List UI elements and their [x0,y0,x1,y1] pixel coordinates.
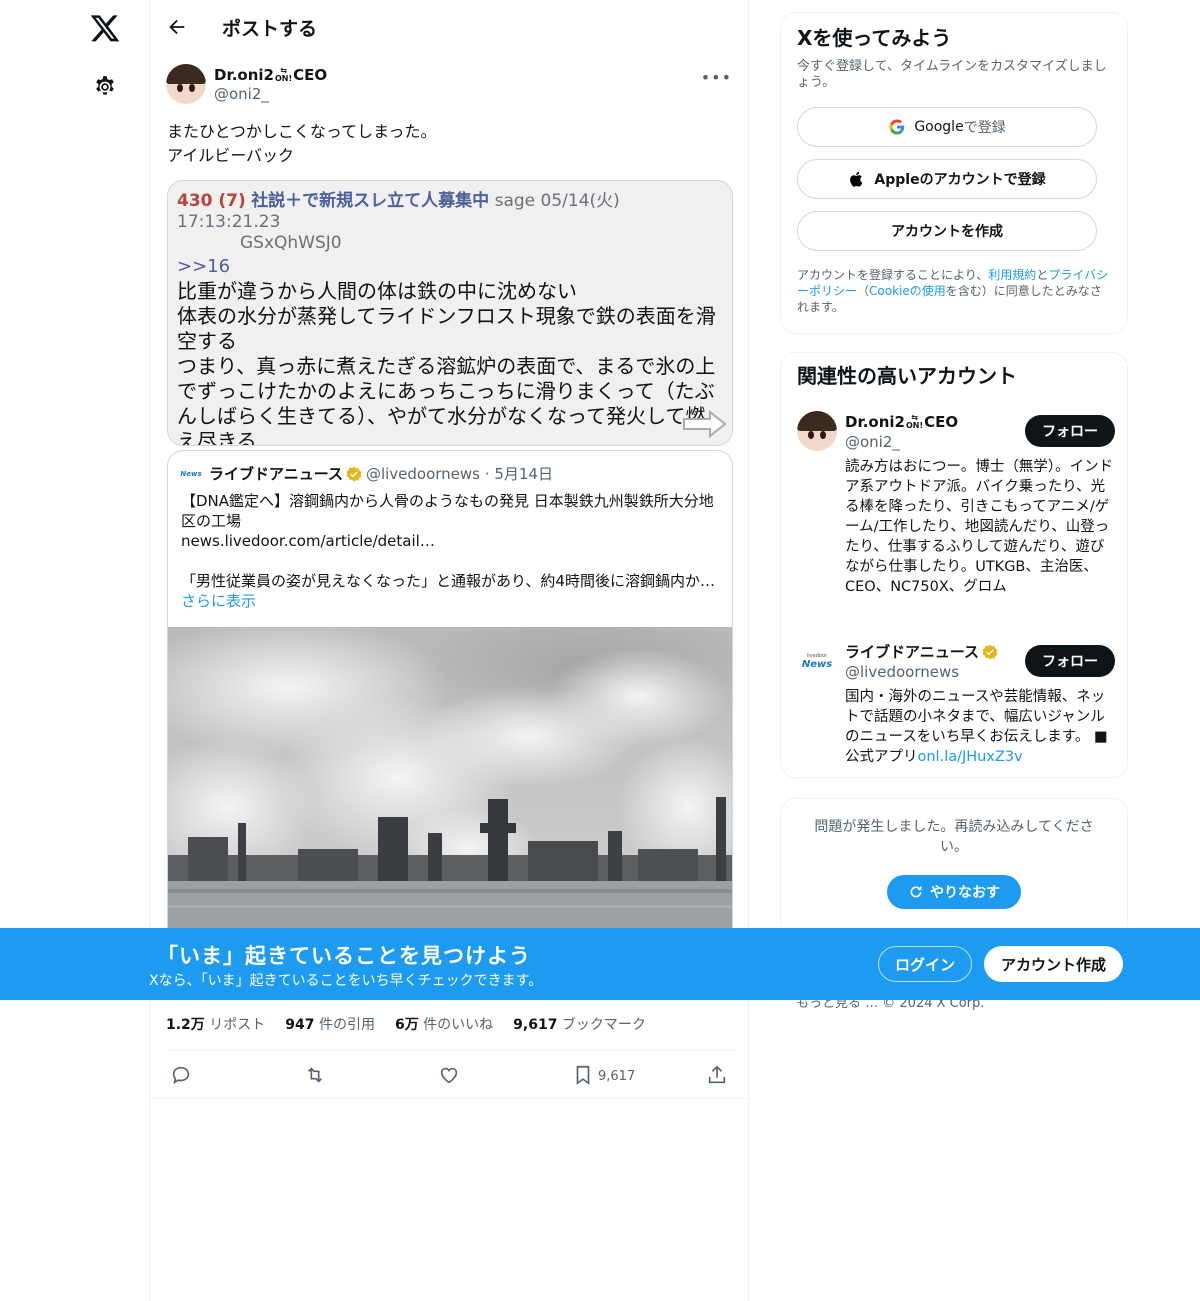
quoted-post-date: 5月14日 [494,465,553,483]
related-title: 関連性の高いアカウント [797,364,1017,388]
banner-subtitle: Xなら、「いま」起きていることをいち早くチェックできます。 [149,973,543,989]
account-avatar[interactable]: livedoor News [797,641,837,681]
related-account-oni2[interactable]: Dr.oni2 ⇆ ON! CEO @oni2_ フォロー 読み方はおにつー。博士（無… [797,411,1115,621]
follow-button[interactable]: フォロー [1025,645,1115,677]
divider [166,1050,734,1051]
divider [150,1098,750,1099]
signup-button[interactable]: アカウント作成 [984,946,1123,982]
back-arrow-icon[interactable] [166,16,188,38]
account-avatar[interactable] [797,411,837,451]
account-bio: 国内・海外のニュースや芸能情報、ネットで話題の小ネタまで、幅広いジャンルのニュー… [845,689,1108,765]
stat-reposts[interactable]: 1.2万 リポスト [166,1014,265,1034]
signup-legal-text: アカウントを登録することにより、利用規約とプライバシーポリシー（Cookieの使… [797,268,1109,314]
account-bio: 読み方はおにつー。博士（無学）。インドア系アウトドア派。バイク乗ったり、光る棒を… [845,459,1114,595]
stat-quotes[interactable]: 947 件の引用 [285,1014,375,1034]
verified-badge-icon [346,466,362,481]
like-heart-icon[interactable] [438,1064,460,1086]
post-image-screenshot[interactable]: 430 (7) 社説＋で新規スレ立て人募集中 sage 05/14(火) 17:… [167,180,733,446]
author-name[interactable]: Dr.oni2 ⇆ ON! CEO [214,64,327,85]
signup-title: Xを使ってみよう [797,26,952,50]
account-handle[interactable]: @livedoornews [845,663,959,681]
post-actions: 9,617 [170,1064,738,1090]
apple-signup-button[interactable]: Appleのアカウントで登録 [797,159,1097,199]
page-header: ポストする [150,0,748,54]
thread-post-id: GSxQhWSJ0 [240,233,342,253]
cookie-link[interactable]: Cookieの使用 [869,284,946,298]
refresh-icon [910,886,922,898]
error-message: 問題が発生しました。再読み込みしてください。 [814,819,1094,855]
quoted-post[interactable]: News ライブドアニュース @livedoornews · 5月14日 【DN… [167,450,733,970]
app-link[interactable]: onl.la/JHuxZ3v [918,749,1023,765]
page-title: ポストする [222,17,318,40]
account-handle[interactable]: @oni2_ [845,433,900,451]
google-g-icon [889,119,905,135]
terms-link[interactable]: 利用規約 [988,268,1036,282]
banner-title: 「いま」起きていることを見つけよう [157,944,531,968]
create-account-button[interactable]: アカウントを作成 [797,211,1097,251]
settings-gear-icon[interactable] [92,74,118,100]
error-card: 問題が発生しました。再読み込みしてください。 やりなおす [780,798,1128,938]
apple-logo-icon [850,171,863,187]
right-arrow-icon [683,409,727,439]
signup-subtitle: 今すぐ登録して、タイムラインをカスタマイズしましょう。 [797,59,1107,90]
repost-icon[interactable] [304,1064,326,1086]
thread-post-number: 430 (7) [177,191,246,211]
google-signup-button[interactable]: Google で登録 [797,107,1097,147]
login-button[interactable]: ログイン [878,946,972,982]
signup-card: Xを使ってみよう 今すぐ登録して、タイムラインをカスタマイズしましょう。 Goo… [780,12,1128,334]
stat-bookmarks[interactable]: 9,617 ブックマーク [513,1014,646,1034]
post-author[interactable]: Dr.oni2 ⇆ ON! CEO @oni2_ [166,64,327,104]
follow-button[interactable]: フォロー [1025,415,1115,447]
author-handle[interactable]: @oni2_ [214,85,327,103]
x-logo-icon[interactable] [88,12,122,44]
quoted-author-handle: @livedoornews [365,464,480,483]
share-icon[interactable] [706,1064,728,1086]
reply-icon[interactable] [170,1064,192,1086]
quoted-link[interactable]: news.livedoor.com/article/detail… [181,531,721,551]
login-banner: 「いま」起きていることを見つけよう Xなら、「いま」起きていることをいち早くチェ… [0,928,1200,1000]
quoted-author-name: ライブドアニュース [209,465,343,483]
main-column: ポストする Dr.oni2 ⇆ ON! CEO @oni2_ ••• またひとつかしこ… [149,0,750,1301]
post-stats: 1.2万 リポスト 947 件の引用 6万 件のいいね 9,617 ブックマーク [166,1014,666,1034]
show-more-link[interactable]: さらに表示 [181,591,721,611]
thread-poster-name: 社説＋で新規スレ立て人募集中 [251,191,490,211]
related-account-livedoornews[interactable]: livedoor News ライブドアニュース @livedoornews フォ… [797,641,1115,769]
verified-badge-icon [982,644,998,659]
post-text: またひとつかしこくなってしまった。 アイルビーバック [167,122,437,165]
thread-reply-ref: >>16 [177,256,231,277]
bookmark-count: 9,617 [598,1069,636,1084]
livedoor-news-logo-icon: News [180,469,202,478]
on-badge-icon: ⇆ ON! [905,412,924,430]
author-avatar[interactable] [166,64,206,104]
account-name[interactable]: ライブドアニュース [845,641,1002,662]
steel-plant-photo[interactable] [168,627,733,970]
on-badge-icon: ⇆ ON! [274,65,293,83]
more-options-icon[interactable]: ••• [701,68,732,87]
thread-post-body: 比重が違うから人間の体は鉄の中に沈めない 体表の水分が蒸発してライドンフロスト現… [177,279,716,446]
related-accounts-card: 関連性の高いアカウント Dr.oni2 ⇆ ON! CEO @oni2_ フォロー 読… [780,352,1128,778]
account-name[interactable]: Dr.oni2 ⇆ ON! CEO [845,411,958,432]
bookmark-icon[interactable] [572,1064,594,1086]
quoted-post-text: 【DNA鑑定へ】溶鋼鍋内から人骨のようなもの発見 日本製鉄九州製鉄所大分地区の工… [181,491,721,611]
retry-button[interactable]: やりなおす [887,875,1021,909]
stat-likes[interactable]: 6万 件のいいね [395,1014,493,1034]
left-navigation [0,0,150,1301]
